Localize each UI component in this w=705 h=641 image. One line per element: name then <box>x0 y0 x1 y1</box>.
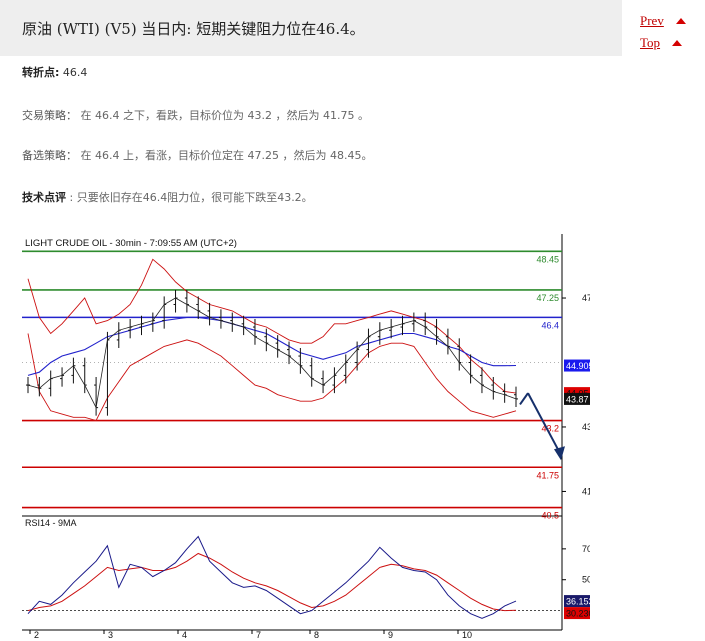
pivot-label: 转折点: <box>22 66 60 79</box>
time-tick-label: 7 <box>256 630 261 639</box>
price-chart: LIGHT CRUDE OIL - 30min - 7:09:55 AM (UT… <box>22 234 590 639</box>
rsi-tick-label: 70 <box>582 544 590 554</box>
alt-strategy-text: 在 46.4 上，看涨，目标价位定在 47.25 ，然后为 48.45。 <box>80 149 373 162</box>
level-label: 41.75 <box>536 470 559 480</box>
tech-comment-label: 技术点评 <box>22 191 66 204</box>
time-tick-label: 9 <box>388 630 393 639</box>
price-tick-label: 43 <box>582 422 590 432</box>
tech-comment-text: : 只要依旧存在46.4阻力位，很可能下跌至43.2。 <box>69 191 313 204</box>
chart-title: LIGHT CRUDE OIL - 30min - 7:09:55 AM (UT… <box>25 238 237 249</box>
time-tick-label: 8 <box>314 630 319 639</box>
alt-strategy-label: 备选策略： <box>22 149 77 162</box>
prev-label[interactable]: Prev <box>640 13 664 29</box>
pivot-value: 46.4 <box>62 66 88 79</box>
rsi-value-label: 36.1531 <box>566 597 590 607</box>
pivot-line: 转折点: 46.4 <box>22 66 87 80</box>
prev-link[interactable]: Prev <box>640 10 700 32</box>
time-tick-label: 10 <box>462 630 472 639</box>
rsi-tick-label: 50 <box>582 575 590 585</box>
tech-comment-line: 技术点评 : 只要依旧存在46.4阻力位，很可能下跌至43.2。 <box>22 191 313 205</box>
alt-strategy-line: 备选策略： 在 46.4 上，看涨，目标价位定在 47.25 ，然后为 48.4… <box>22 149 372 163</box>
level-label: 47.25 <box>536 293 559 303</box>
rsi-ma-label: 30.2308 <box>566 609 590 619</box>
chart-canvas: LIGHT CRUDE OIL - 30min - 7:09:55 AM (UT… <box>22 234 590 639</box>
rsi-ma-line <box>27 552 517 612</box>
price-tag-label: 43.87 <box>566 394 589 404</box>
level-label: 48.45 <box>536 254 559 264</box>
level-label: 46.4 <box>541 320 559 330</box>
time-tick-label: 3 <box>108 630 113 639</box>
triangle-up-icon <box>672 40 683 46</box>
price-tag-label: 44.9056 <box>566 361 590 371</box>
strategy-text: 在 46.4 之下，看跌，目标价位为 43.2 ，然后为 41.75 。 <box>80 109 369 122</box>
price-tick-label: 47 <box>582 293 590 303</box>
time-tick-label: 2 <box>34 630 39 639</box>
price-tick-label: 41 <box>582 486 590 496</box>
article-header: 原油 (WTI) (V5) 当日内: 短期关键阻力位在46.4。 <box>0 0 622 56</box>
triangle-up-icon <box>675 18 686 24</box>
page-title: 原油 (WTI) (V5) 当日内: 短期关键阻力位在46.4。 <box>22 20 365 38</box>
level-label: 40.5 <box>541 511 559 521</box>
top-label[interactable]: Top <box>640 35 660 51</box>
top-link[interactable]: Top <box>640 32 700 54</box>
strategy-label: 交易策略： <box>22 109 77 122</box>
side-nav: Prev Top <box>640 10 700 54</box>
rsi-line <box>27 535 517 619</box>
time-tick-label: 4 <box>182 630 187 639</box>
strategy-line: 交易策略： 在 46.4 之下，看跌，目标价位为 43.2 ，然后为 41.75… <box>22 109 369 123</box>
rsi-title: RSI14 - 9MA <box>25 518 77 528</box>
